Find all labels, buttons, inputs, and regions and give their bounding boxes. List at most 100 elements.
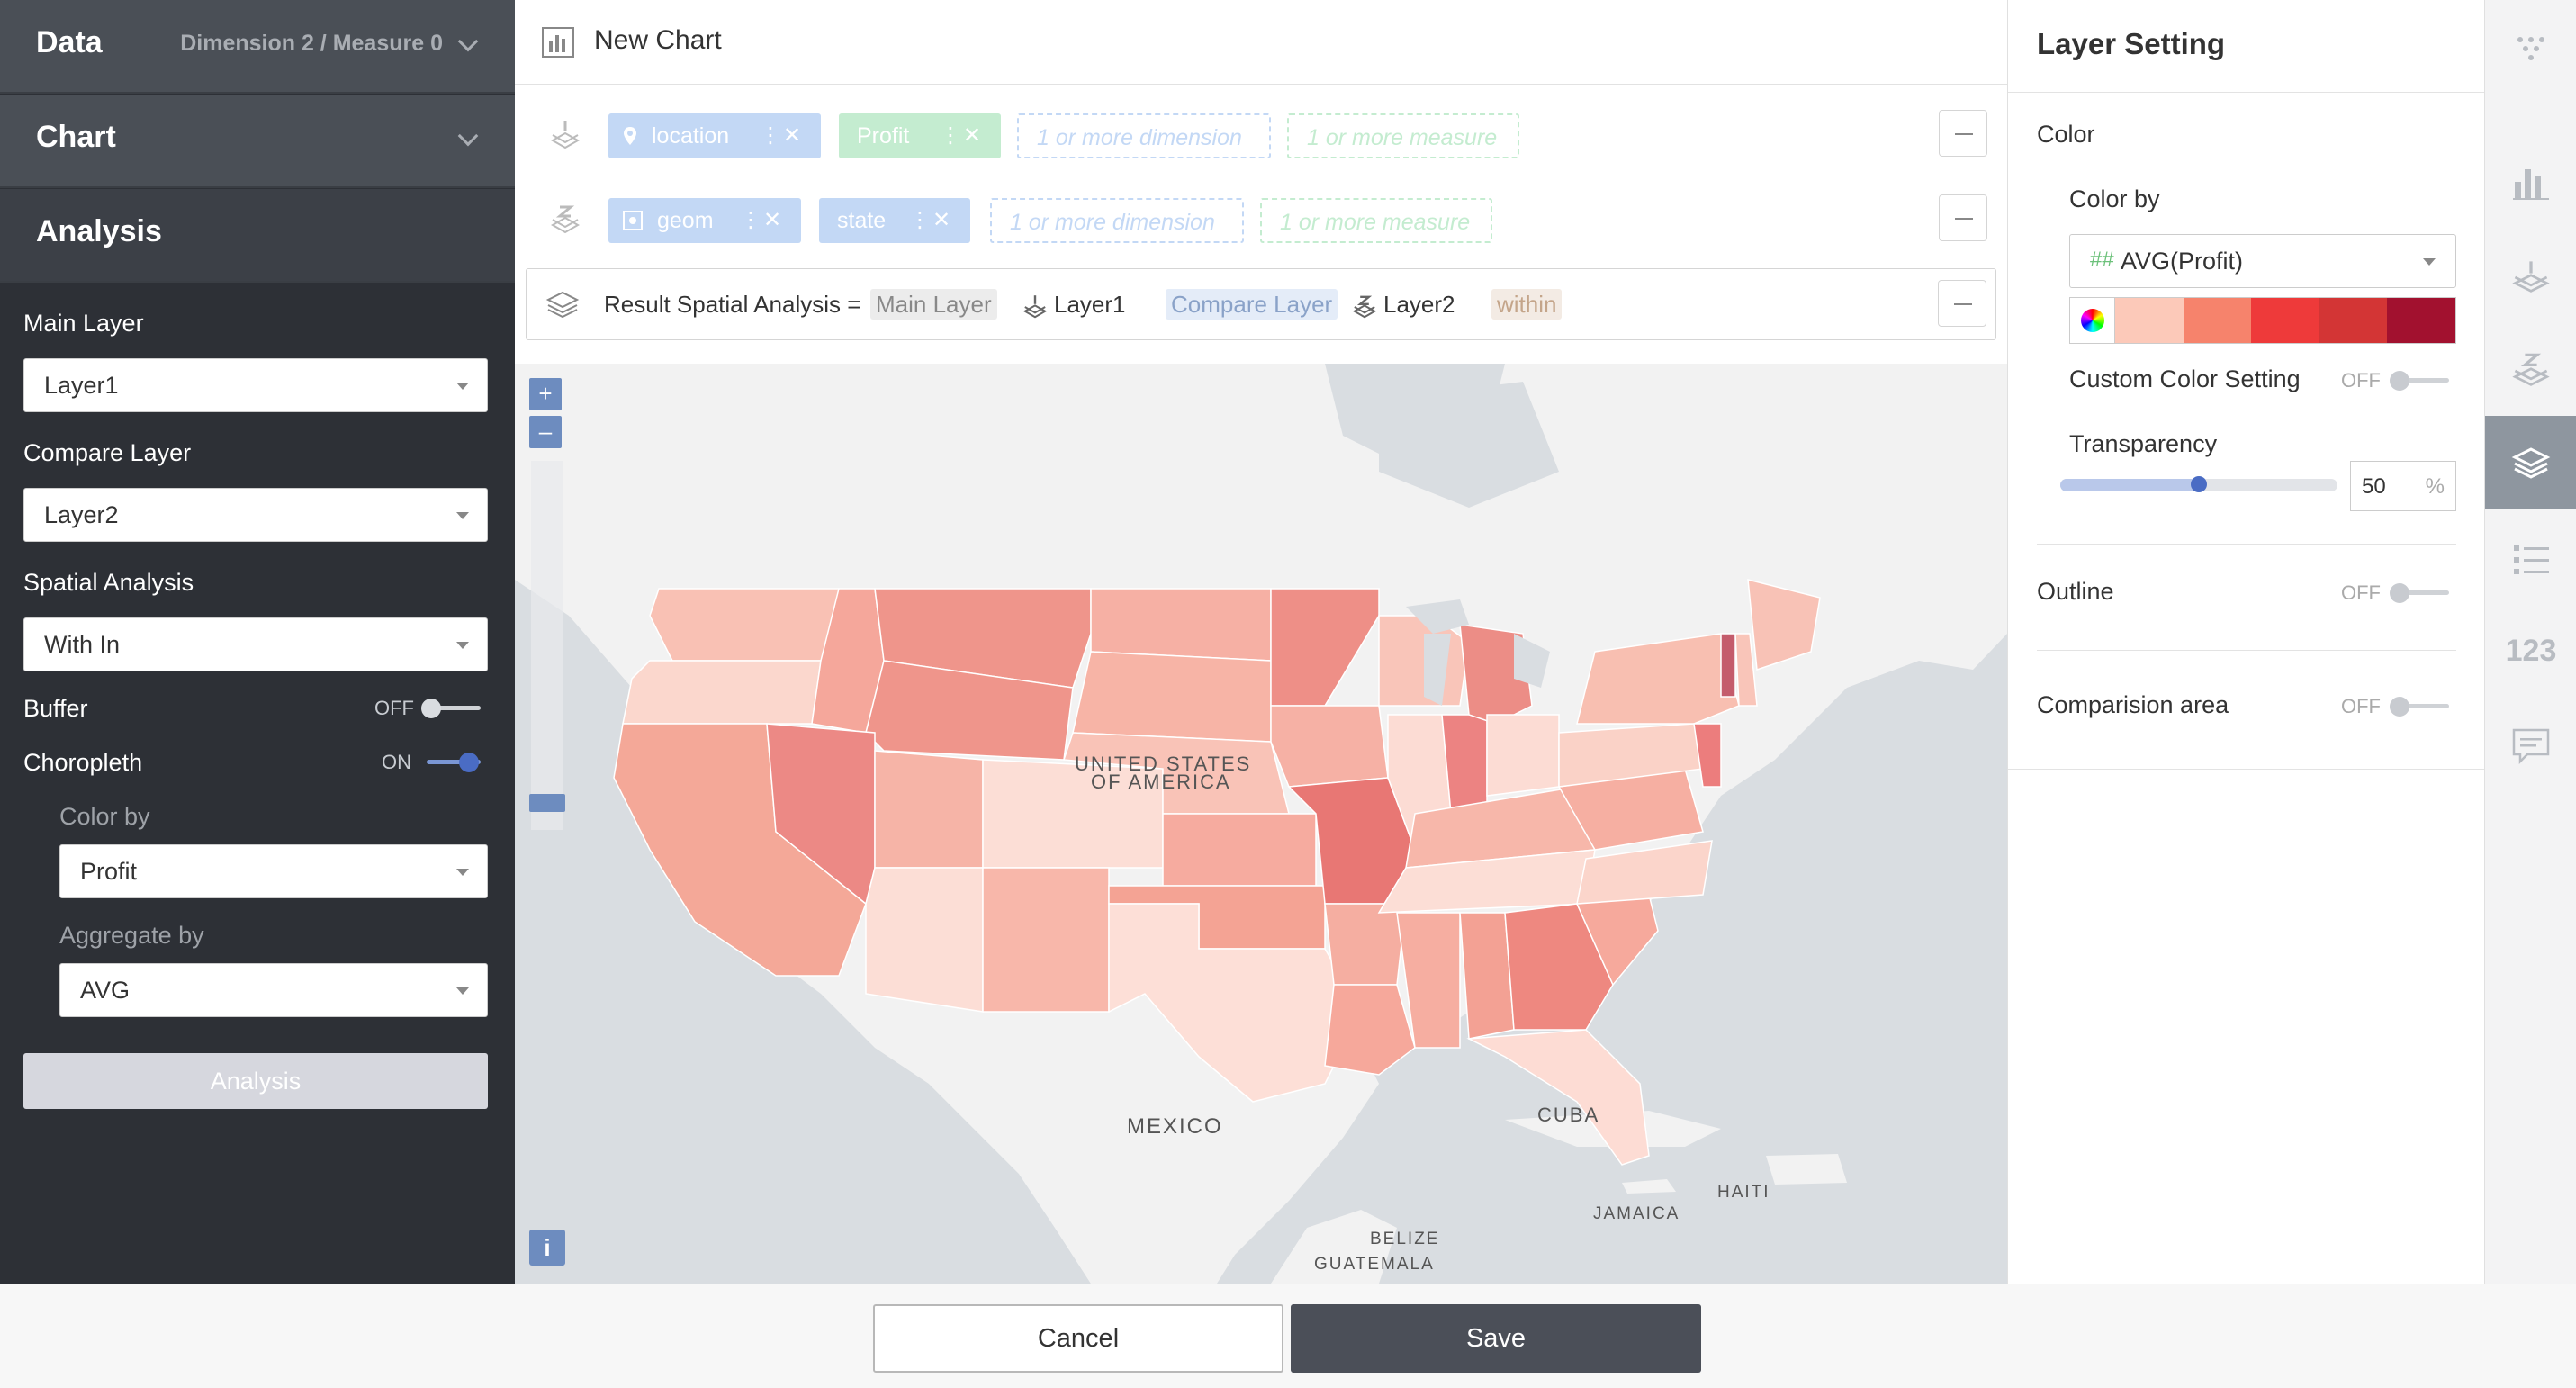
compare-layer-label: Compare Layer (23, 439, 192, 466)
map-label-jamaica: JAMAICA (1593, 1204, 1680, 1223)
remove-icon[interactable]: ✕ (783, 113, 801, 158)
rail-chart[interactable] (2485, 135, 2576, 229)
pill-geom[interactable]: geom ⋮ ✕ (608, 198, 801, 243)
remove-layer2-button[interactable] (1939, 194, 1987, 241)
data-section-meta: Dimension 2 / Measure 0 (180, 31, 443, 56)
layers-icon (2511, 447, 2551, 479)
palette-swatch-3[interactable] (2251, 298, 2319, 343)
measure-dropzone-2[interactable]: 1 or more measure (1260, 198, 1492, 243)
color-by-label: Color by (2069, 185, 2160, 212)
remove-result-button[interactable] (1938, 280, 1986, 327)
cancel-button[interactable]: Cancel (873, 1304, 1283, 1373)
rail-layer-setting[interactable] (2485, 416, 2576, 509)
state-south-dakota (1072, 651, 1272, 743)
layer-setting-title: Layer Setting (2037, 27, 2226, 60)
map-label-haiti: HAITI (1717, 1183, 1770, 1202)
hispaniola-land (1766, 1154, 1847, 1185)
chevron-down-icon (457, 125, 479, 147)
divider (2037, 544, 2456, 545)
layers-icon (545, 291, 580, 318)
aggregate-by-select[interactable]: AVG (59, 963, 488, 1017)
choropleth-label: Choropleth (23, 749, 143, 776)
measure-dropzone-1[interactable]: 1 or more measure (1287, 113, 1519, 158)
palette-swatch-5[interactable] (2387, 298, 2455, 343)
main-layer-tag: Main Layer (870, 289, 997, 320)
rail-layer2[interactable] (2485, 324, 2576, 418)
rail-format-number[interactable]: 123 (2485, 603, 2576, 697)
map-label-belize: BELIZE (1370, 1230, 1440, 1248)
divider (2037, 650, 2456, 651)
caret-down-icon (456, 987, 469, 995)
transparency-slider[interactable] (2060, 476, 2337, 492)
rail-dots-grid[interactable] (2485, 0, 2576, 94)
map-label-mexico: MEXICO (1127, 1114, 1223, 1139)
zoom-slider-track[interactable] (531, 461, 563, 830)
analysis-section-header[interactable]: Analysis (0, 189, 515, 283)
main-layer-value: Layer1 (44, 372, 119, 399)
analysis-button[interactable]: Analysis (23, 1053, 488, 1109)
transparency-unit: % (2425, 474, 2445, 499)
remove-layer1-button[interactable] (1939, 110, 1987, 157)
map-view[interactable]: + – i UNITED STATES OF AMERICA MEXICO CU… (515, 364, 2007, 1284)
choropleth-toggle[interactable] (419, 751, 482, 772)
rail-layer1[interactable] (2485, 230, 2576, 324)
color-by-select[interactable]: Profit (59, 844, 488, 898)
map-info-button[interactable]: i (529, 1230, 565, 1266)
color-wheel-icon[interactable] (2070, 298, 2115, 343)
palette-swatch-4[interactable] (2319, 298, 2388, 343)
rail-legend[interactable] (2485, 513, 2576, 607)
chart-editor: New Chart location ⋮ ✕ Profit ⋮ ✕ 1 or m… (515, 0, 2007, 1284)
spatial-analysis-select[interactable]: With In (23, 617, 488, 671)
remove-icon[interactable]: ✕ (963, 113, 981, 158)
chart-title[interactable]: New Chart (594, 25, 722, 56)
compare-layer-select[interactable]: Layer2 (23, 488, 488, 542)
outline-toggle[interactable] (2388, 581, 2451, 603)
state-vermont (1720, 633, 1736, 698)
pill-profit[interactable]: Profit ⋮ ✕ (839, 113, 1001, 158)
toggle-knob (459, 753, 479, 772)
state-arkansas (1324, 903, 1407, 986)
color-by-label: Color by (59, 803, 150, 830)
layer1-icon (1022, 295, 1048, 319)
divider (2008, 769, 2485, 770)
pill-state[interactable]: state ⋮ ✕ (819, 198, 970, 243)
drag-handle-icon[interactable]: ⋮ (740, 198, 761, 243)
color-by-select[interactable]: ## AVG(Profit) (2069, 234, 2456, 288)
transparency-value: 50 (2362, 474, 2386, 499)
save-button[interactable]: Save (1291, 1304, 1701, 1373)
remove-icon[interactable]: ✕ (932, 198, 950, 243)
palette-swatch-1[interactable] (2115, 298, 2184, 343)
state-north-dakota (1090, 588, 1272, 662)
drag-handle-icon[interactable]: ⋮ (940, 113, 961, 158)
remove-icon[interactable]: ✕ (763, 198, 781, 243)
zoom-out-button[interactable]: – (529, 416, 562, 448)
zoom-slider-handle[interactable] (529, 794, 565, 812)
main-layer-select[interactable]: Layer1 (23, 358, 488, 412)
state-florida (1466, 1029, 1650, 1166)
palette-swatch-2[interactable] (2183, 298, 2252, 343)
dimension-dropzone-2[interactable]: 1 or more dimension (990, 198, 1244, 243)
color-by-value: AVG(Profit) (2121, 248, 2244, 275)
pill-location[interactable]: location ⋮ ✕ (608, 113, 821, 158)
transparency-slider-fill (2060, 479, 2199, 491)
transparency-input[interactable]: 50 % (2350, 461, 2456, 511)
data-section-header[interactable]: Data Dimension 2 / Measure 0 (0, 0, 515, 94)
custom-color-toggle[interactable] (2388, 369, 2451, 391)
analysis-section-title: Analysis (36, 214, 162, 248)
map-label-cuba: CUBA (1537, 1104, 1600, 1126)
drag-handle-icon[interactable]: ⋮ (760, 113, 781, 158)
caret-down-icon (456, 869, 469, 876)
rail-comment[interactable] (2485, 699, 2576, 792)
dimension-dropzone-1[interactable]: 1 or more dimension (1017, 113, 1271, 158)
zoom-in-button[interactable]: + (529, 378, 562, 410)
state-kansas (1162, 813, 1317, 887)
drag-handle-icon[interactable]: ⋮ (909, 198, 931, 243)
map-pin-icon (624, 127, 636, 145)
buffer-toggle[interactable] (419, 697, 482, 718)
comparison-area-toggle[interactable] (2388, 695, 2451, 717)
number-icon: 123 (2505, 634, 2557, 668)
dots-grid-icon (2517, 37, 2544, 60)
color-palette[interactable] (2069, 297, 2456, 344)
chart-section-header[interactable]: Chart (0, 95, 515, 188)
transparency-slider-knob[interactable] (2191, 476, 2207, 492)
